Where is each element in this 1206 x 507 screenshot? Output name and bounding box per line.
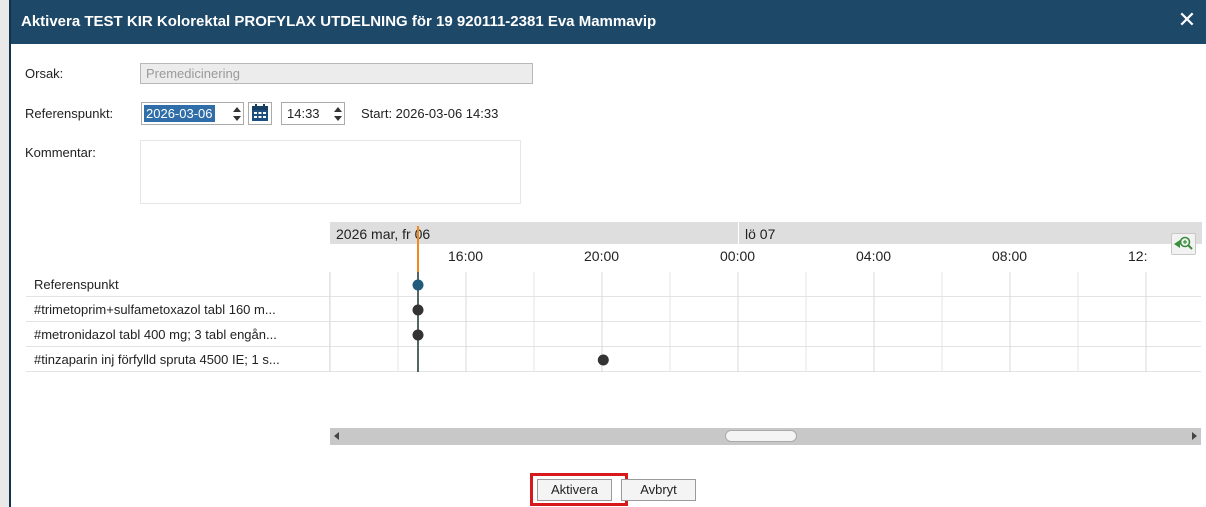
- row-label-cell: Referenspunkt: [26, 272, 330, 297]
- dose-marker[interactable]: [597, 354, 609, 366]
- reference-point-marker[interactable]: [412, 279, 424, 291]
- activate-dialog: Aktivera TEST KIR Kolorektal PROFYLAX UT…: [9, 0, 1206, 507]
- hour-label: 20:00: [584, 248, 620, 264]
- background-window-strip: [0, 0, 9, 507]
- dialog-titlebar: Aktivera TEST KIR Kolorektal PROFYLAX UT…: [11, 0, 1206, 44]
- time-value[interactable]: 14:33: [287, 106, 320, 121]
- hour-label: 00:00: [720, 248, 756, 264]
- dose-marker[interactable]: [412, 329, 424, 341]
- zoom-in-icon[interactable]: [1172, 234, 1195, 254]
- dose-marker[interactable]: [412, 304, 424, 316]
- avbryt-button[interactable]: Avbryt: [621, 479, 696, 501]
- timeline-horizontal-scrollbar[interactable]: [330, 428, 1201, 445]
- timeline-grid: [330, 272, 1147, 372]
- row-label: #trimetoprim+sulfametoxazol tabl 160 m..…: [34, 302, 276, 317]
- aktivera-button[interactable]: Aktivera: [537, 479, 612, 501]
- timeline-panel: 2026 mar, fr 06 lö 07 16:00 20:00 00:00 04:…: [26, 222, 1202, 446]
- calendar-button[interactable]: [248, 102, 272, 125]
- time-spin-arrows-icon[interactable]: [333, 106, 342, 122]
- row-label-cell: #tinzaparin inj förfylld spruta 4500 IE;…: [26, 347, 330, 372]
- row-label-cell: #trimetoprim+sulfametoxazol tabl 160 m..…: [26, 297, 330, 322]
- row-label: #metronidazol tabl 400 mg; 3 tabl engån.…: [34, 327, 277, 342]
- referenspunkt-label: Referenspunkt:: [25, 106, 114, 121]
- time-spinner[interactable]: 14:33: [281, 102, 345, 125]
- hour-label: 12:: [1128, 248, 1148, 264]
- row-label: #tinzaparin inj förfylld spruta 4500 IE;…: [34, 352, 280, 367]
- date-separator: [738, 222, 739, 244]
- row-label: Referenspunkt: [34, 277, 119, 292]
- kommentar-label: Kommentar:: [25, 145, 96, 160]
- start-text: Start: 2026-03-06 14:33: [361, 106, 499, 121]
- scroll-right-icon[interactable]: [1192, 432, 1197, 440]
- scrollbar-thumb[interactable]: [725, 430, 797, 442]
- dialog-title: Aktivera TEST KIR Kolorektal PROFYLAX UT…: [21, 13, 657, 30]
- date-spin-arrows-icon[interactable]: [232, 106, 241, 122]
- orsak-field: Premedicinering: [140, 63, 533, 84]
- calendar-icon[interactable]: [249, 103, 271, 124]
- kommentar-textarea[interactable]: [140, 140, 521, 204]
- date-header-day-2: lö 07: [745, 226, 776, 242]
- close-icon[interactable]: ✕: [1176, 9, 1198, 31]
- orsak-label: Orsak:: [25, 66, 64, 81]
- hour-label: 08:00: [992, 248, 1028, 264]
- scroll-left-icon[interactable]: [334, 432, 339, 440]
- row-label-cell: #metronidazol tabl 400 mg; 3 tabl engån.…: [26, 322, 330, 347]
- zoom-in-button[interactable]: [1171, 233, 1196, 255]
- date-value[interactable]: 2026-03-06: [144, 105, 215, 122]
- hour-label: 04:00: [856, 248, 892, 264]
- timeline-hour-axis: 16:00 20:00 00:00 04:00 08:00 12:: [330, 244, 1151, 272]
- date-spinner[interactable]: 2026-03-06: [141, 102, 244, 125]
- hour-label: 16:00: [448, 248, 484, 264]
- timeline-date-band: 2026 mar, fr 06 lö 07: [330, 222, 1202, 244]
